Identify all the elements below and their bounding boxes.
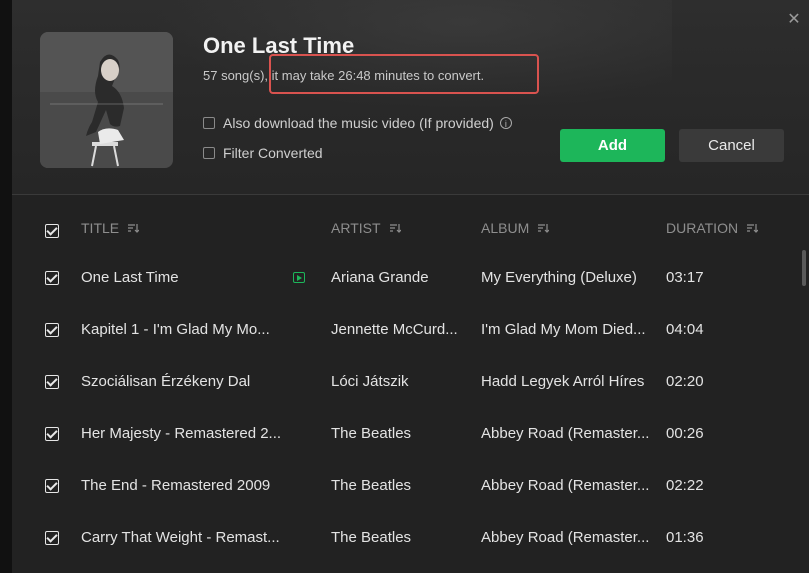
song-album: My Everything (Deluxe) [481, 269, 637, 286]
filter-converted-checkbox[interactable] [203, 147, 215, 159]
song-duration: 04:04 [666, 321, 704, 338]
filter-converted-label: Filter Converted [223, 145, 323, 161]
cancel-button[interactable]: Cancel [679, 129, 784, 162]
sort-icon[interactable] [537, 222, 550, 234]
song-duration: 02:20 [666, 373, 704, 390]
dialog-header: ✕ One Last Time 57 song(s), it may take … [12, 0, 809, 195]
song-title: Carry That Weight - Remast... [81, 529, 280, 546]
table-header: TITLE ARTIST ALBUM DURATION [12, 220, 809, 242]
backdrop-left [0, 0, 12, 573]
song-count-text: 57 song(s), [203, 68, 269, 83]
download-video-checkbox[interactable] [203, 117, 215, 129]
song-artist: Jennette McCurd... [331, 321, 458, 338]
song-title: One Last Time [81, 269, 179, 286]
song-duration: 01:36 [666, 529, 704, 546]
download-video-label: Also download the music video (If provid… [223, 115, 494, 131]
row-checkbox[interactable] [45, 271, 59, 285]
highlight-box [269, 54, 539, 94]
column-album-label: ALBUM [481, 220, 530, 236]
table-row[interactable]: Her Majesty - Remastered 2... The Beatle… [12, 408, 809, 460]
row-checkbox[interactable] [45, 323, 59, 337]
song-artist: Ariana Grande [331, 269, 429, 286]
column-artist-label: ARTIST [331, 220, 381, 236]
song-artist: The Beatles [331, 529, 412, 546]
column-album[interactable]: ALBUM [481, 220, 550, 236]
add-songs-dialog: ✕ One Last Time 57 song(s), it may take … [12, 0, 809, 573]
song-album: Abbey Road (Remaster... [481, 425, 650, 442]
song-artist: The Beatles [331, 425, 412, 442]
table-row[interactable]: Carry That Weight - Remast... The Beatle… [12, 512, 809, 564]
column-title-label: TITLE [81, 220, 120, 236]
close-icon[interactable]: ✕ [784, 10, 804, 30]
song-duration: 00:26 [666, 425, 704, 442]
select-all-checkbox[interactable] [45, 224, 59, 238]
album-cover-art [40, 32, 173, 168]
scrollbar-thumb[interactable] [802, 250, 806, 286]
info-icon[interactable]: i [499, 117, 512, 129]
song-title: Her Majesty - Remastered 2... [81, 425, 282, 442]
column-title[interactable]: TITLE [81, 220, 140, 236]
song-album: Abbey Road (Remaster... [481, 529, 650, 546]
sort-icon[interactable] [127, 222, 140, 234]
song-album: Hadd Legyek Arról Híres [481, 373, 645, 390]
table-row[interactable]: Szociálisan Érzékeny Dal Lóci Játszik Ha… [12, 356, 809, 408]
table-row[interactable]: Kapitel 1 - I'm Glad My Mo... Jennette M… [12, 304, 809, 356]
song-title: Szociálisan Érzékeny Dal [81, 373, 251, 390]
row-checkbox[interactable] [45, 427, 59, 441]
row-checkbox[interactable] [45, 479, 59, 493]
music-video-icon[interactable] [293, 272, 305, 283]
add-button[interactable]: Add [560, 129, 665, 162]
song-artist: Lóci Játszik [331, 373, 409, 390]
column-duration-label: DURATION [666, 220, 739, 236]
sort-icon[interactable] [389, 222, 401, 234]
song-title: Kapitel 1 - I'm Glad My Mo... [81, 321, 270, 338]
download-video-option[interactable]: Also download the music video (If provid… [203, 115, 512, 131]
song-artist: The Beatles [331, 477, 412, 494]
song-album: I'm Glad My Mom Died... [481, 321, 646, 338]
song-title: The End - Remastered 2009 [81, 477, 271, 494]
filter-converted-option[interactable]: Filter Converted [203, 145, 323, 161]
sort-icon[interactable] [746, 222, 759, 234]
column-duration[interactable]: DURATION [666, 220, 759, 236]
song-duration: 03:17 [666, 269, 704, 286]
column-artist[interactable]: ARTIST [331, 220, 401, 236]
row-checkbox[interactable] [45, 531, 59, 545]
song-duration: 02:22 [666, 477, 704, 494]
table-row[interactable]: One Last Time Ariana Grande My Everythin… [12, 252, 809, 304]
conversion-estimate: 57 song(s), it may take 26:48 minutes to… [203, 54, 539, 94]
row-checkbox[interactable] [45, 375, 59, 389]
album-cover [40, 32, 173, 168]
song-album: Abbey Road (Remaster... [481, 477, 650, 494]
table-row[interactable]: The End - Remastered 2009 The Beatles Ab… [12, 460, 809, 512]
